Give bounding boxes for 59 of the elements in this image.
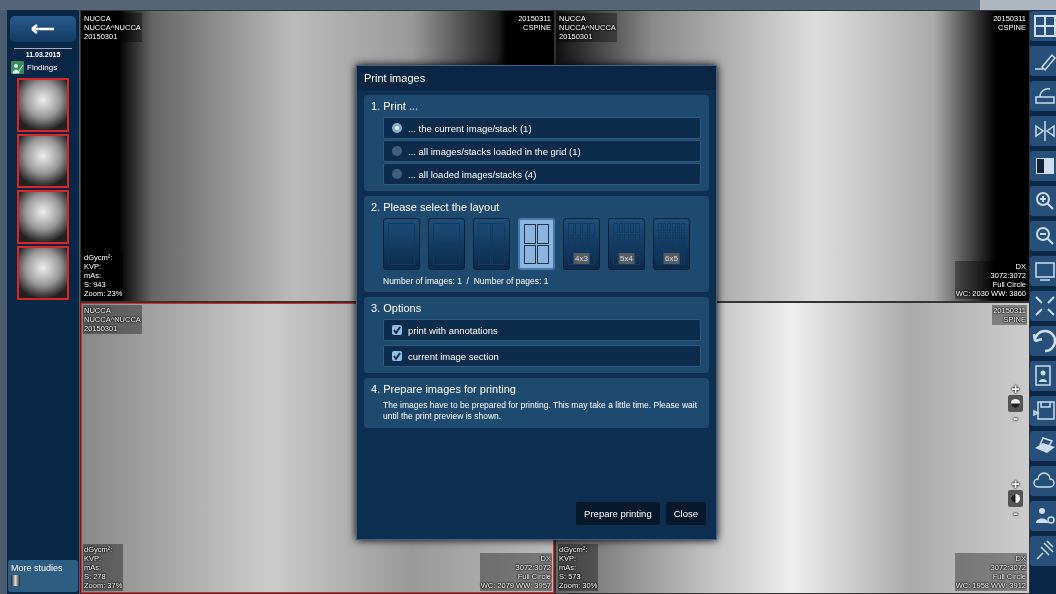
layout-option[interactable]: 4x3 (563, 218, 600, 270)
printer-tool-button[interactable] (1030, 431, 1056, 461)
section-heading: 2. Please select the layout (371, 201, 501, 213)
checkbox[interactable] (392, 325, 402, 335)
checkbox-option[interactable]: print with annotations (383, 319, 701, 341)
prepare-description: The images have to be prepared for printing. This may take a little time. Please wait until the print preview is shown. (383, 400, 699, 422)
back-button[interactable] (10, 16, 76, 42)
checkbox[interactable] (392, 351, 402, 361)
plus-label: + (1011, 478, 1020, 490)
flip-tool-button[interactable] (1030, 116, 1056, 146)
zoom-out-tool-button[interactable] (1030, 221, 1056, 251)
dialog-title: Print images (357, 66, 716, 90)
xray-thumbnail[interactable] (17, 246, 69, 300)
expand-tool-button[interactable] (1030, 291, 1056, 321)
layout-option[interactable] (518, 218, 555, 270)
brightness-icon[interactable] (1008, 395, 1023, 412)
study-thumbnail (11, 575, 20, 586)
findings-label[interactable]: Findings (27, 63, 58, 72)
minus-label: - (1013, 412, 1018, 424)
pen-tool-button[interactable] (1030, 46, 1056, 76)
grid-icon (1032, 13, 1056, 39)
radio-button[interactable] (392, 146, 402, 156)
split-tool-button[interactable] (1030, 151, 1056, 181)
plus-label: + (1011, 383, 1020, 395)
person-document-tool-button[interactable] (1030, 361, 1056, 391)
xray-thumbnail[interactable] (17, 134, 69, 188)
save-tool-button[interactable] (1030, 396, 1056, 426)
section-heading: 1. Print ... (371, 100, 420, 112)
close-button[interactable]: Close (665, 502, 706, 525)
minus-label: - (1013, 507, 1018, 519)
xray-thumbnail[interactable] (17, 190, 69, 244)
print-option[interactable]: ... all images/stacks loaded in the grid (1) (383, 140, 701, 162)
checkbox-option[interactable]: current image section (383, 345, 701, 367)
cloud-tool-button[interactable] (1030, 466, 1056, 496)
section-heading: 4. Prepare images for printing (371, 383, 517, 395)
layout-option[interactable]: 6x5 (653, 218, 690, 270)
rotate-tool-button[interactable] (1030, 81, 1056, 111)
person-search-tool-button[interactable] (1030, 501, 1056, 531)
more-studies-label: More studies (11, 563, 64, 573)
flip-icon (1032, 118, 1056, 144)
findings-icon[interactable] (11, 61, 24, 74)
undo-icon (1032, 328, 1056, 354)
layout-option[interactable]: 5x4 (608, 218, 645, 270)
more-studies-panel[interactable]: More studies (8, 560, 78, 592)
prepare-printing-button[interactable]: Prepare printing (576, 502, 660, 525)
contrast-icon[interactable] (1008, 490, 1023, 507)
xray-thumbnail[interactable] (17, 78, 69, 132)
section-heading: 3. Options (371, 302, 423, 314)
print-option[interactable]: ... the current image/stack (1) (383, 117, 701, 139)
fit-tool-button[interactable] (1030, 256, 1056, 286)
zoom-in-tool-button[interactable] (1030, 186, 1056, 216)
pins-tool-button[interactable] (1030, 536, 1056, 566)
print-option[interactable]: ... all loaded images/stacks (4) (383, 163, 701, 185)
grid-tool-button[interactable] (1030, 11, 1056, 41)
radio-button[interactable] (392, 123, 402, 133)
undo-tool-button[interactable] (1030, 326, 1056, 356)
radio-button[interactable] (392, 169, 402, 179)
image-page-count: Number of images: 1 / Number of pages: 1 (383, 276, 550, 286)
arrow-left-icon (31, 24, 55, 34)
